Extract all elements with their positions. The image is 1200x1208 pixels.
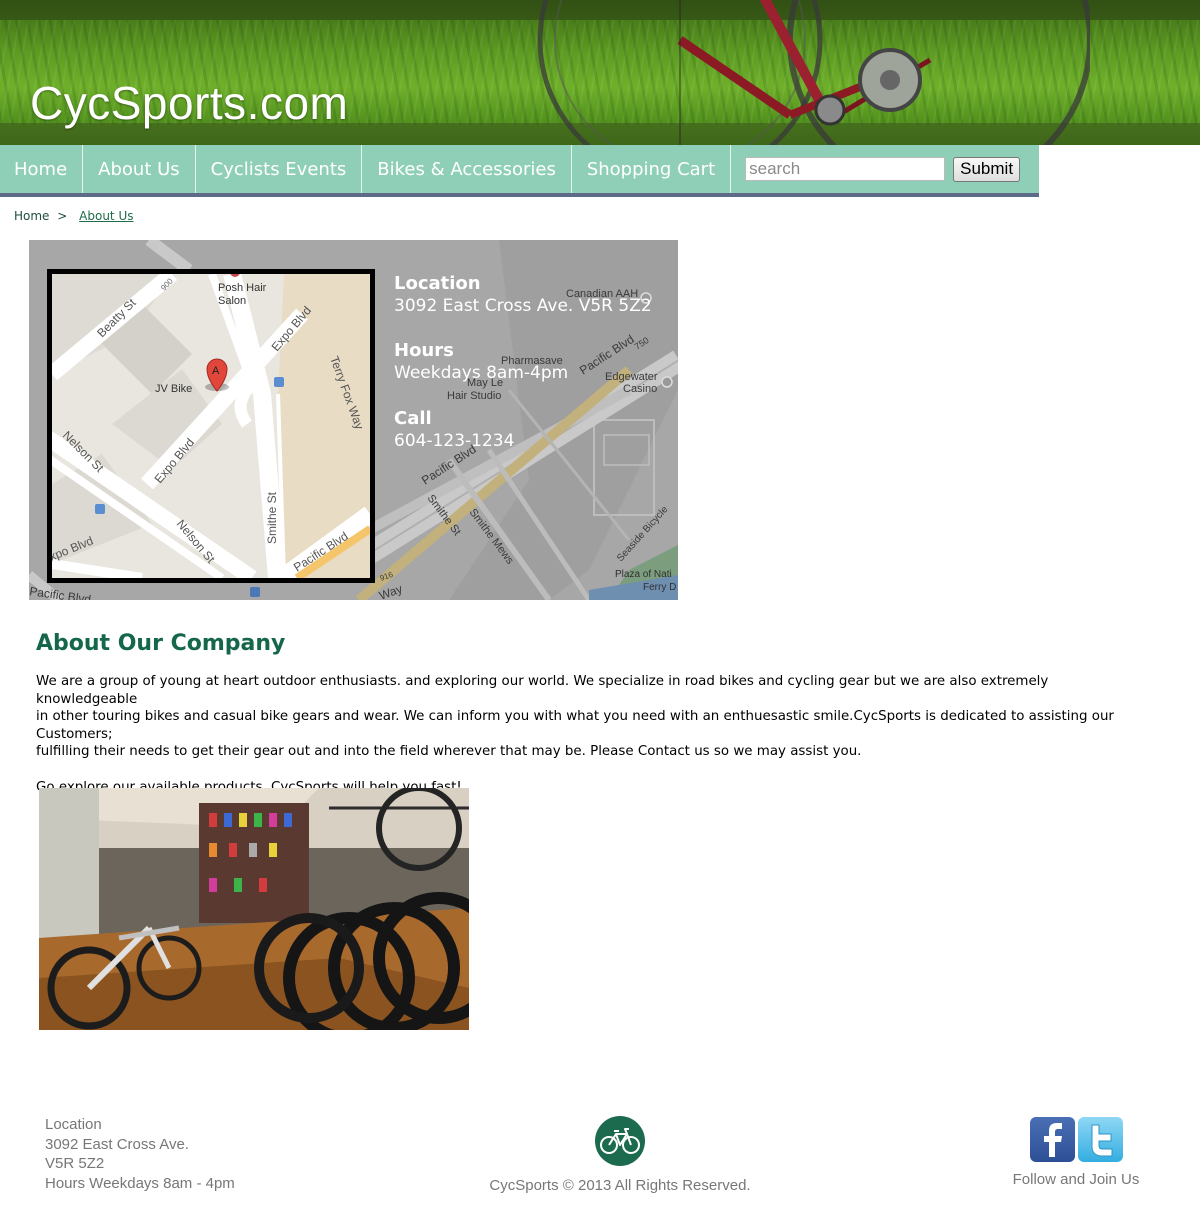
map-label-plaza-1: Plaza of Nati bbox=[615, 569, 672, 580]
header-banner: CycSports.com bbox=[0, 0, 1200, 145]
call-label: Call bbox=[394, 408, 432, 429]
facebook-icon[interactable] bbox=[1029, 1117, 1075, 1162]
footer-location: Location 3092 East Cross Ave. V5R 5Z2 Ho… bbox=[45, 1115, 235, 1193]
footer-line-2: 3092 East Cross Ave. bbox=[45, 1135, 189, 1153]
search-form: Submit bbox=[731, 145, 1021, 193]
call-value[interactable]: 604-123-1234 bbox=[394, 431, 514, 451]
hours-value: Weekdays 8am-4pm bbox=[394, 363, 569, 383]
nav-about-us[interactable]: About Us bbox=[83, 145, 196, 193]
street-map: Posh Hair Salon Beatty St 900 Expo Blvd … bbox=[52, 274, 370, 578]
hours-info: Hours Weekdays 8am-4pm bbox=[394, 340, 568, 383]
bicycle-icon[interactable] bbox=[594, 1115, 646, 1167]
map-label-posh: Posh Hair bbox=[218, 282, 267, 294]
map-marker-icon[interactable]: A bbox=[205, 358, 229, 392]
about-paragraph-1: We are a group of young at heart outdoor… bbox=[36, 673, 1146, 761]
about-line-3: fulfilling their needs to get their gear… bbox=[36, 744, 862, 760]
copyright: CycSports © 2013 All Rights Reserved. bbox=[489, 1177, 751, 1194]
map-inset[interactable]: Posh Hair Salon Beatty St 900 Expo Blvd … bbox=[47, 269, 375, 583]
breadcrumb-current[interactable]: About Us bbox=[79, 209, 133, 223]
about-title: About Our Company bbox=[36, 631, 286, 656]
about-line-2: in other touring bikes and casual bike g… bbox=[36, 709, 1114, 742]
nav-shopping-cart[interactable]: Shopping Cart bbox=[572, 145, 732, 193]
call-info: Call 604-123-1234 bbox=[394, 408, 514, 451]
map-label-salon: Salon bbox=[218, 295, 246, 307]
breadcrumb-separator: > bbox=[57, 209, 68, 223]
shop-photo bbox=[39, 788, 469, 1030]
follow-text: Follow and Join Us bbox=[1012, 1171, 1140, 1188]
social-icons bbox=[1000, 1117, 1152, 1162]
site-title[interactable]: CycSports.com bbox=[30, 76, 348, 130]
about-line-1: We are a group of young at heart outdoor… bbox=[36, 674, 1049, 707]
breadcrumb-home[interactable]: Home bbox=[14, 209, 49, 223]
hours-label: Hours bbox=[394, 340, 454, 361]
twitter-icon[interactable] bbox=[1077, 1117, 1123, 1162]
location-info: Location 3092 East Cross Ave. V5R 5Z2 bbox=[394, 273, 652, 316]
map-label-smithe: Smithe St bbox=[265, 491, 279, 544]
location-value: 3092 East Cross Ave. V5R 5Z2 bbox=[394, 296, 652, 316]
footer-center: CycSports © 2013 All Rights Reserved. bbox=[470, 1115, 770, 1194]
location-map: Canadian AAH Pharmasave May Le Hair Stud… bbox=[29, 240, 678, 600]
map-label-mayle-2: Hair Studio bbox=[447, 390, 501, 402]
nav-home[interactable]: Home bbox=[0, 145, 84, 193]
location-label: Location bbox=[394, 273, 481, 294]
nav-bikes-accessories[interactable]: Bikes & Accessories bbox=[362, 145, 572, 193]
footer-line-1: Location bbox=[45, 1116, 102, 1133]
footer-social: Follow and Join Us bbox=[1000, 1117, 1152, 1188]
map-label-edgewater-1: Edgewater bbox=[605, 371, 658, 383]
map-marker-label: A bbox=[212, 365, 220, 377]
submit-button[interactable]: Submit bbox=[953, 156, 1021, 182]
footer-line-3: V5R 5Z2 bbox=[45, 1155, 105, 1172]
search-input[interactable] bbox=[745, 157, 946, 181]
footer-line-4: Hours Weekdays 8am - 4pm bbox=[45, 1174, 235, 1192]
breadcrumb: Home > About Us bbox=[14, 209, 133, 223]
main-nav: Home About Us Cyclists Events Bikes & Ac… bbox=[0, 145, 1039, 197]
bike-shop-image bbox=[39, 788, 469, 1030]
nav-cyclists-events[interactable]: Cyclists Events bbox=[196, 145, 363, 193]
map-label-plaza-2: Ferry D bbox=[643, 582, 676, 593]
bicycle-photo bbox=[537, 0, 1090, 145]
map-label-edgewater-2: Casino bbox=[623, 383, 657, 395]
about-text: We are a group of young at heart outdoor… bbox=[36, 673, 1146, 797]
map-label-jv: JV Bike bbox=[155, 383, 192, 395]
